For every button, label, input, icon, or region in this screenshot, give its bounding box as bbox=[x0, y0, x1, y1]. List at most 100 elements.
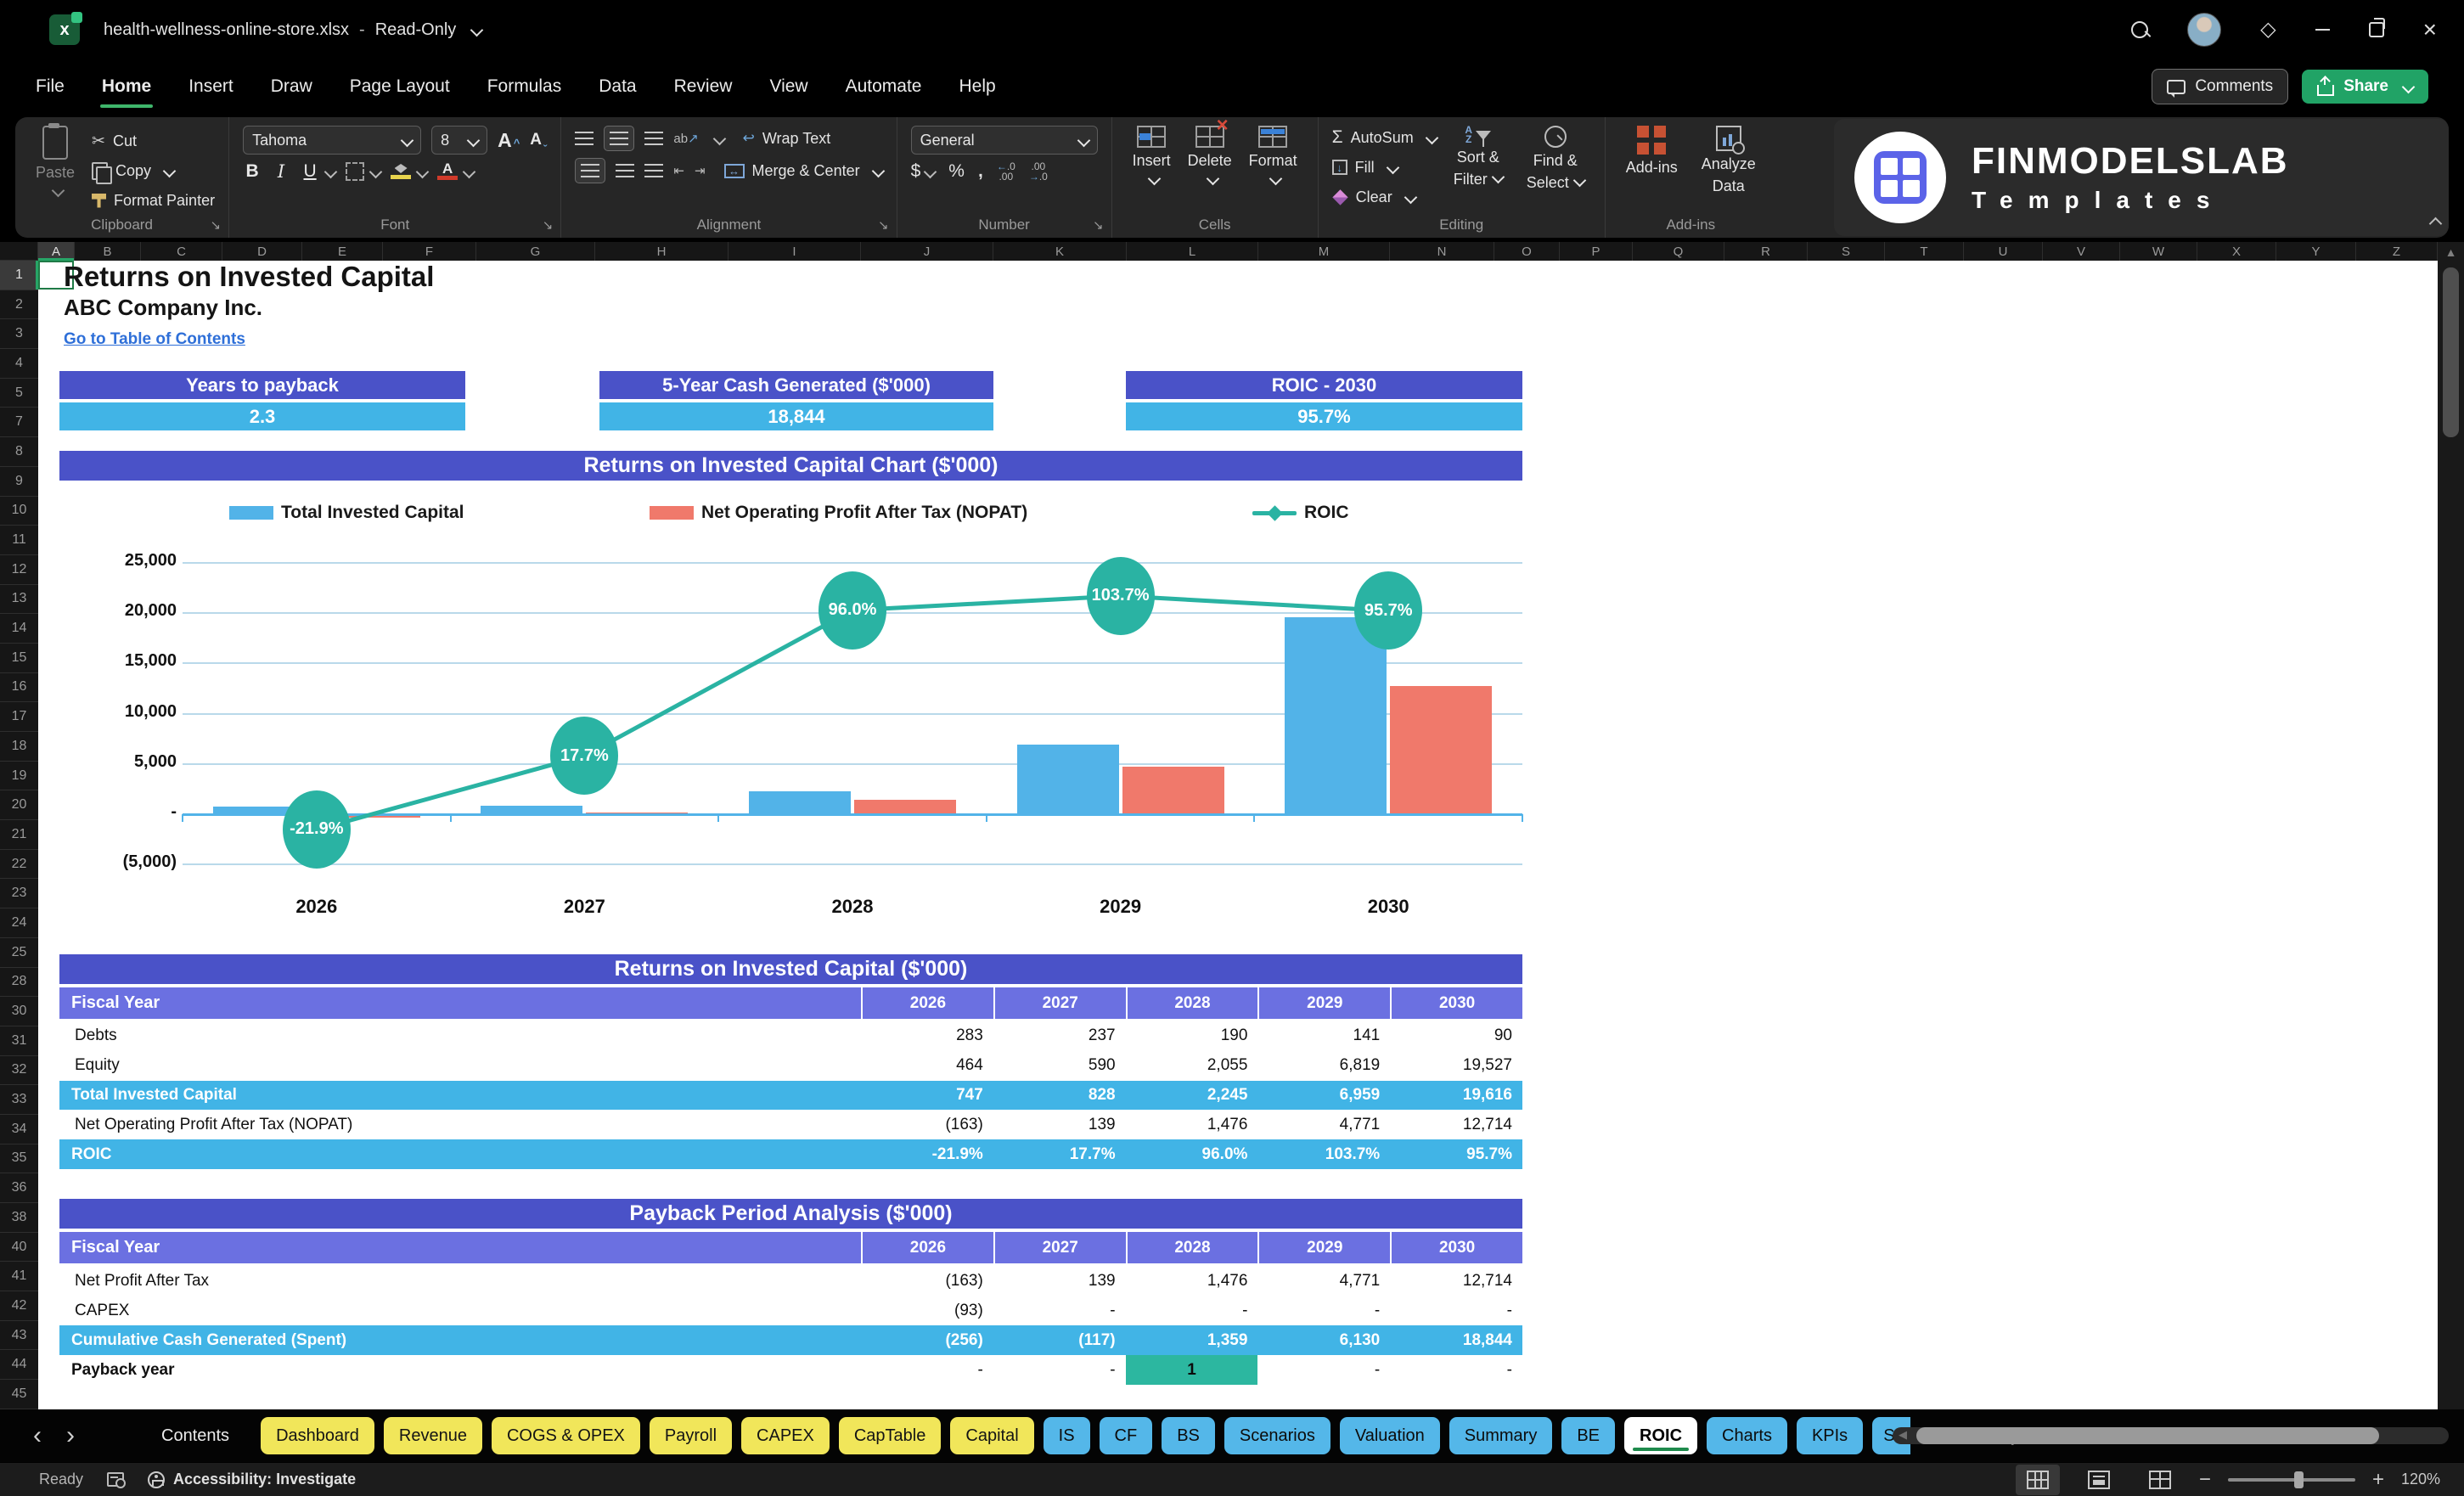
readonly-badge[interactable]: Read-Only bbox=[375, 20, 457, 40]
increase-decimal-button[interactable]: ←.0.00 bbox=[997, 161, 1015, 182]
format-painter-button[interactable]: Format Painter bbox=[92, 188, 215, 212]
row-header-34[interactable]: 34 bbox=[0, 1115, 38, 1144]
normal-view-button[interactable] bbox=[2015, 1464, 2060, 1495]
table-of-contents-link[interactable]: Go to Table of Contents bbox=[64, 330, 245, 349]
column-header-p[interactable]: P bbox=[1560, 242, 1633, 261]
align-middle-button[interactable] bbox=[604, 126, 635, 151]
currency-format-button[interactable]: $ bbox=[911, 161, 921, 182]
row-header-7[interactable]: 7 bbox=[0, 408, 38, 438]
borders-button[interactable] bbox=[346, 162, 365, 181]
zoom-in-button[interactable]: + bbox=[2372, 1468, 2384, 1492]
font-family-select[interactable]: Tahoma bbox=[243, 126, 422, 155]
analyze-data-button[interactable]: Analyze Data bbox=[1695, 126, 1763, 195]
row-header-16[interactable]: 16 bbox=[0, 673, 38, 703]
column-header-r[interactable]: R bbox=[1724, 242, 1808, 261]
align-left-button[interactable] bbox=[575, 158, 606, 183]
row-header-25[interactable]: 25 bbox=[0, 938, 38, 968]
row-header-44[interactable]: 44 bbox=[0, 1350, 38, 1381]
page-break-view-button[interactable] bbox=[2138, 1465, 2182, 1495]
row-header-21[interactable]: 21 bbox=[0, 820, 38, 850]
column-header-h[interactable]: H bbox=[595, 242, 729, 261]
sheet-tab-cf[interactable]: CF bbox=[1099, 1417, 1153, 1454]
wrap-text-button[interactable]: ↩ Wrap Text bbox=[743, 127, 831, 150]
row-header-22[interactable]: 22 bbox=[0, 850, 38, 880]
text-orientation-button[interactable]: ab↗ bbox=[673, 131, 698, 146]
copy-button[interactable]: Copy bbox=[92, 159, 177, 184]
premium-diamond-icon[interactable]: ◇ bbox=[2260, 20, 2276, 40]
row-header-31[interactable]: 31 bbox=[0, 1026, 38, 1056]
sheet-tab-summary[interactable]: Summary bbox=[1449, 1417, 1553, 1454]
menu-tab-automate[interactable]: Automate bbox=[827, 59, 941, 114]
increase-font-size-button[interactable]: A ^ bbox=[498, 129, 520, 152]
comments-button[interactable]: Comments bbox=[2152, 69, 2289, 104]
vertical-scrollbar-thumb[interactable] bbox=[2443, 267, 2459, 437]
row-header-12[interactable]: 12 bbox=[0, 555, 38, 585]
sheet-tab-valuation[interactable]: Valuation bbox=[1339, 1417, 1440, 1454]
paste-button[interactable]: Paste bbox=[29, 123, 82, 198]
sheet-tab-be[interactable]: BE bbox=[1561, 1417, 1616, 1454]
restore-button[interactable] bbox=[2368, 18, 2385, 37]
row-header-33[interactable]: 33 bbox=[0, 1085, 38, 1115]
row-header-10[interactable]: 10 bbox=[0, 497, 38, 526]
row-header-13[interactable]: 13 bbox=[0, 585, 38, 615]
search-icon[interactable] bbox=[2131, 21, 2149, 38]
format-cells-button[interactable]: Format bbox=[1242, 126, 1304, 186]
sheet-canvas[interactable]: Returns on Invested Capital ABC Company … bbox=[38, 261, 2438, 1409]
italic-button[interactable]: I bbox=[272, 161, 290, 182]
find-select-button[interactable]: Find & Select bbox=[1520, 126, 1591, 192]
row-header-36[interactable]: 36 bbox=[0, 1173, 38, 1203]
sheet-tab-capital[interactable]: Capital bbox=[950, 1417, 1034, 1454]
row-header-14[interactable]: 14 bbox=[0, 614, 38, 644]
chevron-down-icon[interactable] bbox=[470, 23, 484, 37]
row-header-45[interactable]: 45 bbox=[0, 1380, 38, 1409]
zoom-slider-thumb[interactable] bbox=[2293, 1471, 2304, 1488]
fill-color-button[interactable] bbox=[391, 164, 412, 179]
chevron-down-icon[interactable] bbox=[368, 165, 383, 178]
sheet-tab-captable[interactable]: CapTable bbox=[838, 1417, 942, 1454]
column-header-g[interactable]: G bbox=[476, 242, 595, 261]
column-header-z[interactable]: Z bbox=[2356, 242, 2438, 261]
column-header-v[interactable]: V bbox=[2043, 242, 2120, 261]
decrease-indent-button[interactable]: ⇤ bbox=[673, 163, 684, 178]
column-header-j[interactable]: J bbox=[861, 242, 993, 261]
chevron-down-icon[interactable] bbox=[712, 132, 726, 145]
row-header-32[interactable]: 32 bbox=[0, 1056, 38, 1086]
column-header-c[interactable]: C bbox=[141, 242, 222, 261]
column-header-i[interactable]: I bbox=[729, 242, 861, 261]
sheet-tab-capex[interactable]: CAPEX bbox=[741, 1417, 830, 1454]
menu-tab-page-layout[interactable]: Page Layout bbox=[331, 59, 469, 114]
column-header-d[interactable]: D bbox=[222, 242, 302, 261]
row-header-43[interactable]: 43 bbox=[0, 1321, 38, 1351]
row-header-4[interactable]: 4 bbox=[0, 349, 38, 379]
decrease-font-size-button[interactable]: Aˬ bbox=[530, 131, 547, 149]
row-header-2[interactable]: 2 bbox=[0, 290, 38, 320]
zoom-slider[interactable] bbox=[2227, 1471, 2355, 1488]
sheet-tab-revenue[interactable]: Revenue bbox=[383, 1417, 482, 1454]
tab-horizontal-scrollbar[interactable]: ◀ bbox=[1893, 1427, 2449, 1444]
select-all-corner[interactable] bbox=[0, 242, 38, 261]
row-header-8[interactable]: 8 bbox=[0, 437, 38, 467]
share-button[interactable]: Share bbox=[2302, 70, 2428, 104]
font-color-button[interactable]: A bbox=[437, 161, 458, 180]
number-dialog-launcher-icon[interactable]: ↘ bbox=[1093, 217, 1104, 233]
menu-tab-file[interactable]: File bbox=[17, 59, 83, 114]
accessibility-status[interactable]: Accessibility: Investigate bbox=[148, 1471, 356, 1488]
zoom-out-button[interactable]: − bbox=[2199, 1468, 2211, 1492]
menu-tab-formulas[interactable]: Formulas bbox=[469, 59, 581, 114]
sheet-tab-bs[interactable]: BS bbox=[1162, 1417, 1215, 1454]
row-header-15[interactable]: 15 bbox=[0, 644, 38, 673]
row-header-23[interactable]: 23 bbox=[0, 879, 38, 909]
menu-tab-help[interactable]: Help bbox=[940, 59, 1014, 114]
page-layout-view-button[interactable] bbox=[2077, 1465, 2121, 1495]
menu-tab-home[interactable]: Home bbox=[83, 59, 170, 114]
row-header-11[interactable]: 11 bbox=[0, 526, 38, 555]
delete-cells-button[interactable]: Delete bbox=[1181, 116, 1239, 186]
column-header-k[interactable]: K bbox=[993, 242, 1127, 261]
row-header-5[interactable]: 5 bbox=[0, 379, 38, 408]
font-dialog-launcher-icon[interactable]: ↘ bbox=[543, 217, 554, 233]
column-header-e[interactable]: E bbox=[302, 242, 383, 261]
close-button[interactable]: × bbox=[2423, 18, 2437, 42]
menu-tab-draw[interactable]: Draw bbox=[252, 59, 331, 114]
chevron-down-icon[interactable] bbox=[323, 165, 338, 178]
sort-filter-button[interactable]: AZ Sort & Filter bbox=[1447, 125, 1510, 188]
